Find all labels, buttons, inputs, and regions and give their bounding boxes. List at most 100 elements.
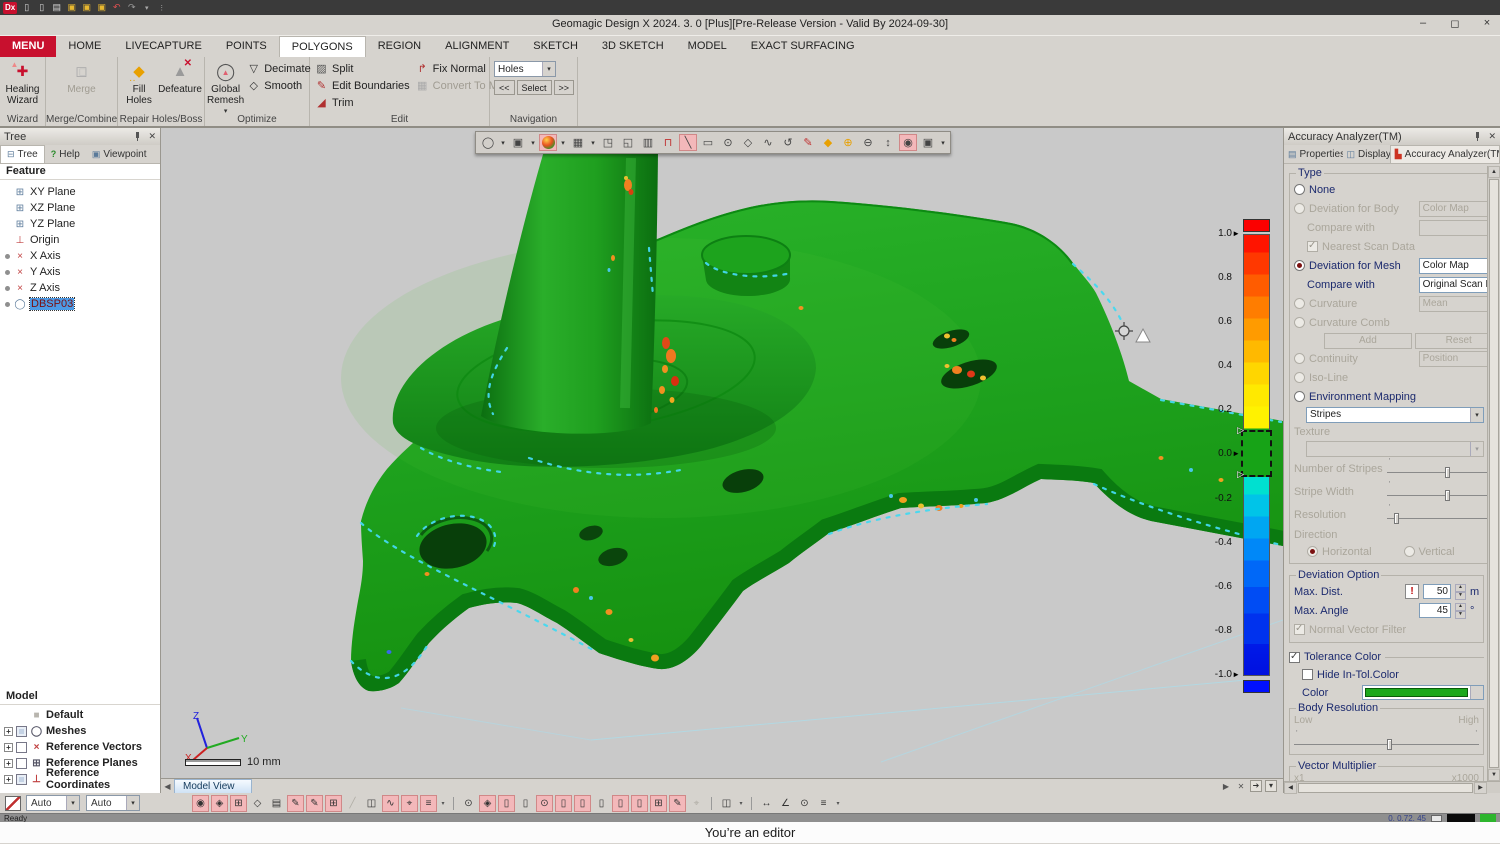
visibility-more-caret[interactable]: ▾	[439, 795, 447, 812]
defeature-button[interactable]: Defeature	[158, 58, 202, 95]
tab-scroll-right-icon[interactable]: ▶	[1220, 782, 1232, 791]
tab-viewpoint[interactable]: ▣ Viewpoint	[86, 145, 153, 163]
tab-home[interactable]: HOME	[56, 36, 113, 57]
dimension-visibility-icon[interactable]: ≡	[420, 795, 437, 812]
doc-view-2-icon[interactable]: ▯	[574, 795, 591, 812]
expand-icon[interactable]	[4, 775, 13, 784]
view-cube-caret[interactable]: ▾	[529, 134, 537, 151]
mesh-visibility-icon[interactable]: ◈	[211, 795, 228, 812]
deviation-for-mesh-radio[interactable]	[1294, 260, 1305, 271]
max-angle-spinner[interactable]: ▲▼	[1455, 603, 1466, 619]
doc-view-3-icon[interactable]: ▯	[593, 795, 610, 812]
export-folder-icon[interactable]: ▣	[96, 2, 107, 14]
scroll-down-icon[interactable]: ▼	[1488, 769, 1500, 781]
new-file-icon[interactable]: ▯	[21, 2, 32, 14]
colorbar-tolerance-band[interactable]	[1241, 430, 1272, 477]
line-select-icon[interactable]: ╲	[679, 134, 697, 151]
measure-distance-icon[interactable]: ↔	[758, 795, 775, 812]
view-options-icon[interactable]: ▣	[919, 134, 937, 151]
visibility-checkbox[interactable]	[16, 726, 27, 737]
holes-dropdown[interactable]: Holes	[494, 61, 556, 77]
shaded-view-caret[interactable]: ▾	[559, 134, 567, 151]
tab-alignment[interactable]: ALIGNMENT	[433, 36, 521, 57]
import-scan-icon[interactable]: ▣	[81, 2, 92, 14]
panel-horizontal-scrollbar[interactable]: ◀ ▶	[1284, 781, 1500, 793]
section-plane-icon[interactable]: ◱	[619, 134, 637, 151]
tab-tree[interactable]: ⊟ Tree	[0, 145, 45, 163]
qa-caret-icon[interactable]: ▾	[141, 2, 152, 14]
redo-icon[interactable]: ↷	[126, 2, 137, 14]
annotate-icon[interactable]: ✎	[669, 795, 686, 812]
scroll-right-icon[interactable]: ▶	[1474, 782, 1487, 794]
fill-holes-button[interactable]: Fill Holes	[120, 58, 158, 106]
view-options-caret[interactable]: ▾	[939, 134, 947, 151]
divider[interactable]	[751, 797, 752, 810]
minimize-button[interactable]: –	[1414, 17, 1432, 30]
max-dist-input[interactable]: 50	[1423, 584, 1451, 599]
measure-radius-icon[interactable]: ⊙	[796, 795, 813, 812]
expand-icon[interactable]	[4, 759, 13, 768]
scroll-left-icon[interactable]: ◀	[1284, 782, 1297, 794]
wireframe-view-caret[interactable]: ▾	[589, 134, 597, 151]
visibility-checkbox[interactable]	[16, 758, 27, 769]
tab-accuracy-analyzer[interactable]: ▙ Accuracy Analyzer(TM)	[1390, 145, 1500, 163]
tab-help[interactable]: ? Help	[45, 145, 86, 163]
select-button[interactable]: Select	[517, 80, 552, 95]
import-folder-icon[interactable]: ▣	[66, 2, 77, 14]
tolerance-lower-marker-icon[interactable]: ▷	[1237, 469, 1244, 480]
tick-marker-icon[interactable]	[1232, 670, 1240, 679]
split-button[interactable]: Split	[312, 60, 413, 77]
expand-icon[interactable]	[4, 743, 13, 752]
visibility-checkbox[interactable]	[16, 774, 27, 785]
environment-mapping-option[interactable]: Environment Mapping	[1294, 387, 1500, 406]
previous-button[interactable]: <<	[494, 80, 515, 95]
open-file-icon[interactable]: ▯	[36, 2, 47, 14]
dropdown-caret-icon[interactable]	[126, 796, 139, 810]
rectangle-select-icon[interactable]: ▭	[699, 134, 717, 151]
global-remesh-button[interactable]: Global Remesh ▾	[207, 58, 244, 117]
tolerance-color-checkbox[interactable]	[1289, 652, 1300, 663]
zoom-out-select-icon[interactable]: ⊖	[859, 134, 877, 151]
tab-3d-sketch[interactable]: 3D SKETCH	[590, 36, 676, 57]
solid-body-visibility-icon[interactable]: ▤	[268, 795, 285, 812]
tab-scroll-left-icon[interactable]: ◀	[161, 782, 174, 791]
doc-view-1-icon[interactable]: ▯	[555, 795, 572, 812]
coordinate-visibility-icon[interactable]: ⌖	[401, 795, 418, 812]
highlight-mode-icon[interactable]: ⊙	[536, 795, 553, 812]
flood-select-icon[interactable]: ◆	[819, 134, 837, 151]
tick-marker-icon[interactable]	[1232, 449, 1240, 458]
hide-in-tol-checkbox[interactable]	[1302, 669, 1313, 680]
measure-section-icon[interactable]: ≡	[815, 795, 832, 812]
status-checkbox[interactable]	[1431, 815, 1442, 822]
copy-view-icon[interactable]: ◫	[718, 795, 735, 812]
close-panel-icon[interactable]: ✕	[1488, 131, 1496, 142]
deviation-for-mesh-option[interactable]: Deviation for Mesh Color Map	[1294, 256, 1500, 275]
circle-select-icon[interactable]: ⊙	[719, 134, 737, 151]
visibility-icon[interactable]: ◉	[899, 134, 917, 151]
zoom-in-select-icon[interactable]: ⊕	[839, 134, 857, 151]
pin-icon[interactable]	[134, 132, 141, 141]
tab-points[interactable]: POINTS	[214, 36, 279, 57]
tree-item-dbsp03[interactable]: ◯ DBSP03	[5, 296, 160, 312]
expand-icon[interactable]	[4, 727, 13, 736]
tree-item-yz-plane[interactable]: ⊞ YZ Plane	[5, 216, 160, 232]
scrollbar-thumb[interactable]	[1298, 783, 1473, 793]
polygon-select-icon[interactable]: ◇	[739, 134, 757, 151]
dropdown-caret-icon[interactable]	[1470, 408, 1483, 422]
max-dist-spinner[interactable]: ▲▼	[1455, 584, 1466, 600]
trim-button[interactable]: Trim	[312, 94, 413, 111]
visibility-checkbox[interactable]	[16, 742, 27, 753]
tab-properties[interactable]: ▤ Properties	[1284, 145, 1343, 163]
environment-mapping-radio[interactable]	[1294, 391, 1305, 402]
grid-view-icon[interactable]: ⊞	[650, 795, 667, 812]
wire-mode-icon[interactable]: ▯	[498, 795, 515, 812]
doc-view-5-icon[interactable]: ▯	[631, 795, 648, 812]
section-view-icon[interactable]: ◳	[599, 134, 617, 151]
none-radio[interactable]	[1294, 184, 1305, 195]
edit-boundaries-button[interactable]: Edit Boundaries	[312, 77, 413, 94]
dropdown-caret-icon[interactable]	[1470, 686, 1483, 699]
curve-visibility-icon[interactable]: ✎	[287, 795, 304, 812]
brush-select-icon[interactable]: ✎	[799, 134, 817, 151]
restore-button[interactable]: ◻	[1446, 17, 1464, 30]
tab-list-icon[interactable]: ▾	[1265, 780, 1277, 792]
